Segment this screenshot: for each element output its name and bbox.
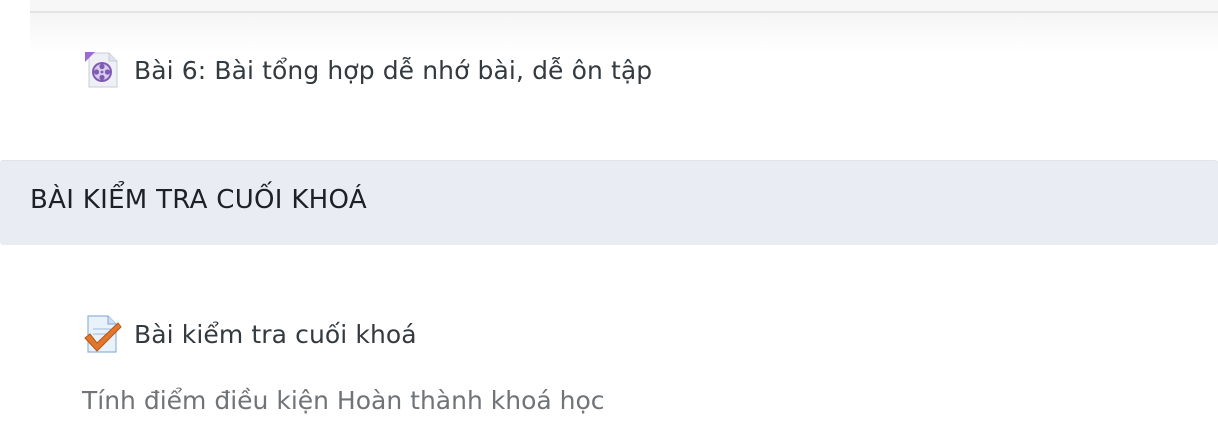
top-fade (30, 13, 1218, 53)
section-header: BÀI KIỂM TRA CUỐI KHOÁ (0, 160, 1218, 245)
section-title: BÀI KIỂM TRA CUỐI KHOÁ (30, 185, 367, 215)
quiz-checkmark-icon (84, 315, 122, 353)
activity-link-video[interactable]: Bài 6: Bài tổng hợp dễ nhớ bài, dễ ôn tậ… (134, 56, 652, 85)
activity-link-quiz[interactable]: Bài kiểm tra cuối khoá (134, 320, 417, 349)
activity-video-lesson[interactable]: Bài 6: Bài tổng hợp dễ nhớ bài, dễ ôn tậ… (82, 50, 652, 90)
activity-quiz[interactable]: Bài kiểm tra cuối khoá (82, 314, 417, 354)
top-divider (30, 0, 1218, 13)
course-page: Bài 6: Bài tổng hợp dễ nhớ bài, dễ ôn tậ… (0, 0, 1218, 444)
activity-description: Tính điểm điều kiện Hoàn thành khoá học (82, 386, 605, 415)
video-file-icon (85, 52, 118, 88)
